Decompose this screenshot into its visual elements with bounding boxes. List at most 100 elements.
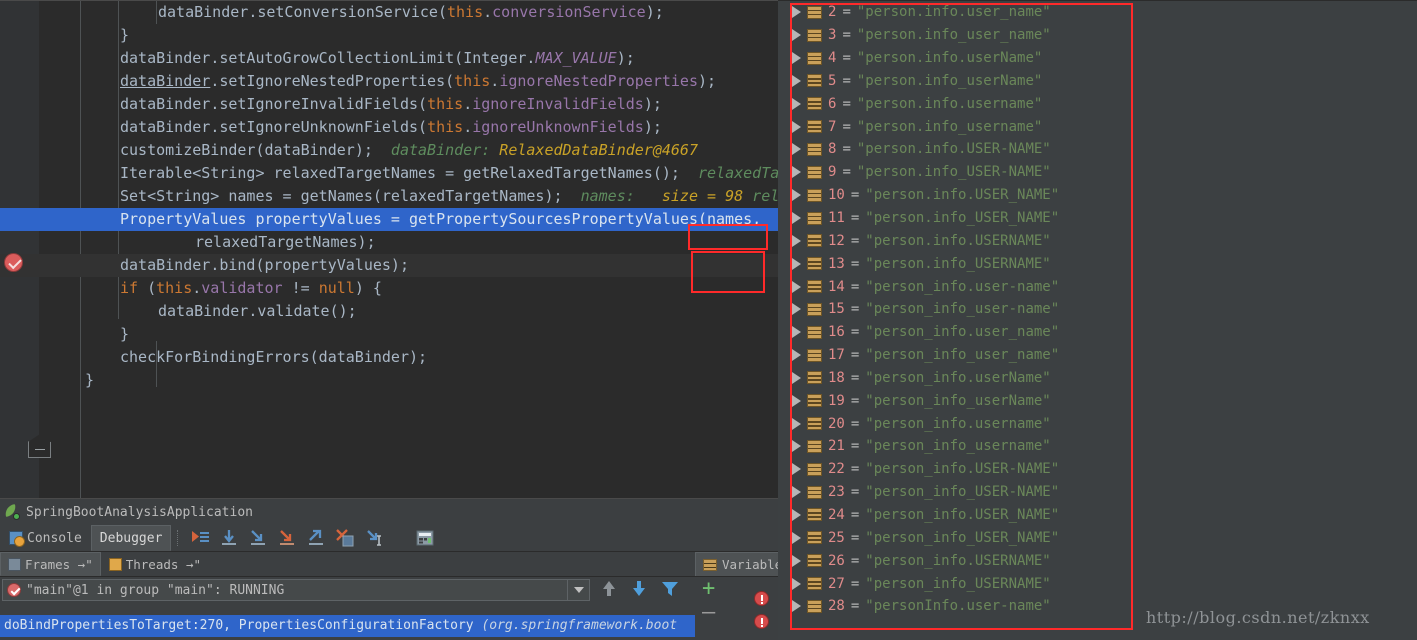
show-execution-point-icon[interactable]	[190, 528, 210, 548]
variables-list-panel[interactable]: 2 = "person.info.user_name" 3 = "person.info_…	[778, 0, 1133, 640]
step-into-icon[interactable]	[248, 528, 268, 548]
expand-triangle-icon[interactable]	[792, 257, 801, 270]
code-line[interactable]: dataBinder.setAutoGrowCollectionLimit(In…	[0, 47, 778, 70]
run-to-cursor-icon[interactable]	[364, 528, 384, 548]
code-line[interactable]: dataBinder.validate();	[0, 300, 778, 323]
tab-threads[interactable]: Threads →"	[101, 552, 209, 576]
expand-triangle-icon[interactable]	[792, 486, 801, 499]
expand-triangle-icon[interactable]	[792, 280, 801, 293]
variable-row[interactable]: 16 = "person_info.user_name"	[778, 321, 1133, 344]
error-icon-1[interactable]	[754, 591, 769, 606]
expand-triangle-icon[interactable]	[792, 52, 801, 65]
evaluate-expression-icon[interactable]	[415, 528, 435, 548]
code-line[interactable]: Iterable<String> relaxedTargetNames = ge…	[0, 162, 778, 185]
code-line[interactable]: checkForBindingErrors(dataBinder);	[0, 346, 778, 369]
code-line[interactable]: dataBinder.setIgnoreInvalidFields(this.i…	[0, 93, 778, 116]
variable-row[interactable]: 11 = "person.info_USER_NAME"	[778, 207, 1133, 230]
expand-triangle-icon[interactable]	[792, 440, 801, 453]
variable-row[interactable]: 17 = "person_info_user_name"	[778, 344, 1133, 367]
tab-console[interactable]: Console	[0, 525, 91, 551]
variable-row[interactable]: 15 = "person_info_user-name"	[778, 298, 1133, 321]
variable-row[interactable]: 2 = "person.info.user_name"	[778, 1, 1133, 24]
debug-tab-row[interactable]: Console Debugger	[0, 525, 778, 552]
code-line[interactable]: dataBinder.setIgnoreNestedProperties(thi…	[0, 70, 778, 93]
step-over-icon[interactable]	[219, 528, 239, 548]
thread-selector[interactable]: "main"@1 in group "main": RUNNING	[2, 579, 590, 601]
code-line[interactable]: dataBinder.setIgnoreUnknownFields(this.i…	[0, 116, 778, 139]
code-lines[interactable]: dataBinder.setConversionService(this.con…	[0, 1, 778, 498]
tab-frames[interactable]: Frames →"	[0, 552, 101, 576]
expand-triangle-icon[interactable]	[792, 120, 801, 133]
variable-row[interactable]: 8 = "person.info.USER-NAME"	[778, 138, 1133, 161]
variable-row[interactable]: 12 = "person.info.USERNAME"	[778, 229, 1133, 252]
variable-row[interactable]: 28 = "personInfo.user-name"	[778, 595, 1133, 618]
variable-row[interactable]: 26 = "person_info.USERNAME"	[778, 549, 1133, 572]
variable-row[interactable]: 23 = "person_info_USER-NAME"	[778, 481, 1133, 504]
code-fold-marker-icon[interactable]	[28, 434, 52, 458]
tab-debugger[interactable]: Debugger	[90, 525, 172, 551]
expand-triangle-icon[interactable]	[792, 143, 801, 156]
variable-row[interactable]: 19 = "person_info_userName"	[778, 389, 1133, 412]
drop-frame-icon[interactable]	[335, 528, 355, 548]
expand-triangle-icon[interactable]	[792, 554, 801, 567]
expand-triangle-icon[interactable]	[792, 394, 801, 407]
chevron-down-icon[interactable]	[567, 580, 589, 600]
expand-triangle-icon[interactable]	[792, 303, 801, 316]
code-line[interactable]: Set<String> names = getNames(relaxedTarg…	[0, 185, 778, 208]
variable-row[interactable]: 6 = "person.info.username"	[778, 92, 1133, 115]
variable-row[interactable]: 21 = "person_info_username"	[778, 435, 1133, 458]
expand-triangle-icon[interactable]	[792, 349, 801, 362]
expand-triangle-icon[interactable]	[792, 166, 801, 179]
code-line[interactable]: }	[0, 369, 778, 392]
expand-triangle-icon[interactable]	[792, 6, 801, 19]
expand-triangle-icon[interactable]	[792, 417, 801, 430]
code-line[interactable]: dataBinder.bind(propertyValues);	[0, 254, 778, 277]
variable-row[interactable]: 13 = "person.info_USERNAME"	[778, 252, 1133, 275]
filter-icon[interactable]	[660, 578, 680, 602]
expand-triangle-icon[interactable]	[792, 74, 801, 87]
expand-triangle-icon[interactable]	[792, 97, 801, 110]
variable-row[interactable]: 3 = "person.info_user_name"	[778, 24, 1133, 47]
step-out-icon[interactable]	[306, 528, 326, 548]
breakpoint-icon[interactable]	[4, 253, 23, 272]
code-line[interactable]: customizeBinder(dataBinder); dataBinder:…	[0, 139, 778, 162]
down-arrow-icon[interactable]	[630, 578, 648, 602]
variable-row[interactable]: 22 = "person_info.USER-NAME"	[778, 458, 1133, 481]
expand-triangle-icon[interactable]	[792, 234, 801, 247]
thread-tools[interactable]	[600, 577, 680, 603]
debug-view-tabs[interactable]: Frames →" Threads →" Variable	[0, 552, 790, 577]
code-line[interactable]: dataBinder.setConversionService(this.con…	[0, 1, 778, 24]
expand-triangle-icon[interactable]	[792, 212, 801, 225]
variable-row[interactable]: 5 = "person.info_userName"	[778, 70, 1133, 93]
up-arrow-icon[interactable]	[600, 578, 618, 602]
expand-triangle-icon[interactable]	[792, 29, 801, 42]
error-icon-2[interactable]	[754, 614, 769, 629]
expand-triangle-icon[interactable]	[792, 508, 801, 521]
variable-row[interactable]: 7 = "person.info_username"	[778, 115, 1133, 138]
variable-row[interactable]: 24 = "person_info.USER_NAME"	[778, 504, 1133, 527]
expand-triangle-icon[interactable]	[792, 531, 801, 544]
variable-row[interactable]: 4 = "person.info.userName"	[778, 47, 1133, 70]
frame-row[interactable]: doBindPropertiesToTarget:270, Properties…	[0, 615, 695, 637]
variable-row[interactable]: 18 = "person_info.userName"	[778, 367, 1133, 390]
force-step-into-icon[interactable]	[277, 528, 297, 548]
expand-triangle-icon[interactable]	[792, 577, 801, 590]
add-watch-button[interactable]: +	[702, 578, 715, 600]
remove-watch-button[interactable]: —	[702, 602, 715, 624]
code-editor[interactable]: dataBinder.setConversionService(this.con…	[0, 0, 778, 498]
variable-row[interactable]: 20 = "person_info.username"	[778, 412, 1133, 435]
expand-triangle-icon[interactable]	[792, 463, 801, 476]
variable-row[interactable]: 27 = "person_info_USERNAME"	[778, 572, 1133, 595]
variable-row[interactable]: 10 = "person.info.USER_NAME"	[778, 184, 1133, 207]
expand-triangle-icon[interactable]	[792, 326, 801, 339]
variable-row[interactable]: 25 = "person_info_USER_NAME"	[778, 526, 1133, 549]
code-line[interactable]: }	[0, 323, 778, 346]
variables-rows[interactable]: 2 = "person.info.user_name" 3 = "person.info_…	[778, 1, 1133, 618]
variable-row[interactable]: 9 = "person.info_USER-NAME"	[778, 161, 1133, 184]
code-line[interactable]: }	[0, 24, 778, 47]
expand-triangle-icon[interactable]	[792, 600, 801, 613]
code-line[interactable]: PropertyValues propertyValues = getPrope…	[0, 208, 778, 231]
frames-list[interactable]: doBindPropertiesToTarget:270, Properties…	[0, 615, 695, 639]
debug-toolbar[interactable]	[184, 525, 435, 551]
variable-row[interactable]: 14 = "person_info.user-name"	[778, 275, 1133, 298]
